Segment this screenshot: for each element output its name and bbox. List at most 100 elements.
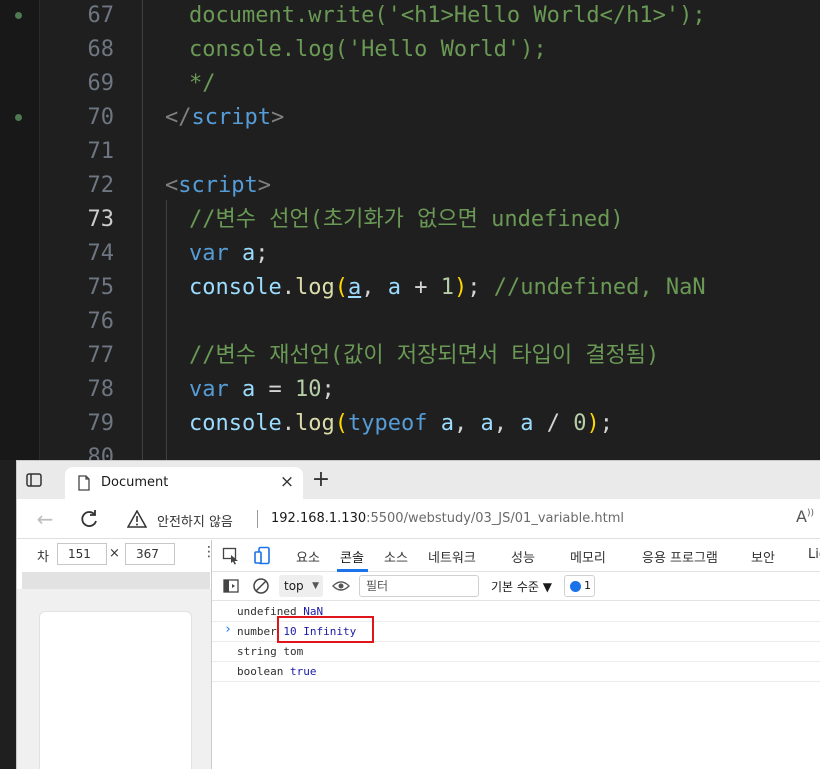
devtools-tab-network[interactable]: 네트워크	[428, 547, 476, 566]
reload-icon	[81, 510, 97, 527]
code-text: console.log(typeof a, a, a / 0);	[189, 407, 613, 441]
code-token: var	[189, 241, 229, 266]
code-token: script	[178, 173, 258, 198]
code-text: </script>	[165, 101, 284, 135]
code-text: document.write('<h1>Hello World</h1>');	[189, 0, 706, 33]
devtools-tab-application[interactable]: 응용 프로그램	[642, 547, 718, 566]
devtools-panel: 요소 콘솔 소스 네트워크 성능 메모리 응용 프로그램 보안 Lig	[212, 540, 820, 769]
editor-line[interactable]: 74 var a;	[0, 237, 820, 271]
code-token: a	[347, 275, 362, 300]
read-aloud-icon[interactable]: A))	[796, 507, 814, 526]
code-token: //undefined, NaN	[493, 275, 706, 300]
code-token: >	[257, 173, 271, 198]
device-toggle-icon[interactable]	[254, 546, 274, 566]
context-selector[interactable]: top ▼	[279, 575, 323, 597]
issues-badge[interactable]: 1	[564, 575, 595, 597]
code-editor[interactable]: 67 document.write('<h1>Hello World</h1>')…	[0, 0, 820, 460]
line-number: 74	[87, 241, 115, 266]
code-token: .	[281, 275, 295, 300]
url-omnibox[interactable]: 안전하지 않음 192.168.1.130:5500/webstudy/03_J…	[119, 504, 779, 534]
devtools-tab-sources[interactable]: 소스	[384, 547, 408, 566]
browser-window: Document × + ← 안전하지 않음 192.168.1.130:550…	[16, 460, 820, 769]
security-label[interactable]: 안전하지 않음	[157, 511, 233, 530]
code-token: )	[586, 411, 600, 436]
editor-line[interactable]: 71	[0, 135, 820, 169]
console-prompt[interactable]: ›	[224, 622, 232, 637]
editor-line[interactable]: 76	[0, 305, 820, 339]
editor-line[interactable]: 68 console.log('Hello World');	[0, 33, 820, 67]
devtools-tab-elements[interactable]: 요소	[296, 547, 320, 566]
code-token: ,	[453, 411, 481, 436]
line-number: 73	[87, 207, 115, 232]
code-token: <	[165, 173, 179, 198]
editor-line[interactable]: 75 console.log(a, a + 1); //undefined, Na…	[0, 271, 820, 305]
device-label[interactable]: 차	[37, 546, 49, 565]
devtools-tab-console[interactable]: 콘솔	[340, 547, 364, 566]
context-value: top	[284, 579, 304, 593]
devtools-tab-memory[interactable]: 메모리	[570, 547, 606, 566]
console-filter-input[interactable]: 필터	[359, 575, 479, 597]
editor-line[interactable]: 73 //변수 선언(초기화가 없으면 undefined)	[0, 203, 820, 237]
tab-title: Document	[101, 475, 169, 490]
devtools-tab-performance[interactable]: 성능	[511, 547, 535, 566]
code-text: var a = 10;	[189, 373, 335, 407]
code-token: ,	[361, 275, 388, 300]
line-number: 72	[87, 173, 115, 198]
code-text: //변수 재선언(값이 저장되면서 타입이 결정됨)	[189, 339, 659, 373]
reload-button[interactable]	[75, 505, 103, 533]
url-text[interactable]: 192.168.1.130:5500/webstudy/03_JS/01_var…	[271, 511, 624, 526]
devtools-tab-lighthouse[interactable]: Lig	[808, 547, 820, 562]
editor-line[interactable]: 80	[0, 441, 820, 460]
code-token: a	[242, 377, 256, 402]
tab-document[interactable]: Document ×	[65, 467, 303, 499]
clear-console-icon[interactable]	[252, 577, 270, 595]
back-icon[interactable]: ←	[31, 505, 59, 533]
device-height-input[interactable]: 367	[125, 543, 175, 565]
chevron-down-icon: ▼	[312, 581, 319, 591]
editor-line[interactable]: 77 //변수 재선언(값이 저장되면서 타입이 결정됨)	[0, 339, 820, 373]
device-width-input[interactable]: 151	[57, 543, 107, 565]
warning-icon[interactable]	[127, 510, 147, 528]
code-text: //변수 선언(초기화가 없으면 undefined)	[189, 203, 624, 237]
emulated-viewport	[17, 589, 212, 769]
editor-line[interactable]: 72 <script>	[0, 169, 820, 203]
code-token: console	[189, 411, 282, 436]
editor-line[interactable]: 79 console.log(typeof a, a, a / 0);	[0, 407, 820, 441]
code-token: a	[520, 411, 534, 436]
device-toolbar: 차 151 × 367 ⋮	[17, 540, 216, 570]
code-token: */	[189, 71, 216, 96]
git-change-dot	[15, 12, 22, 19]
code-token: 10	[295, 377, 322, 402]
code-token: .	[281, 411, 295, 436]
code-token: log	[294, 411, 335, 436]
log-levels-dropdown[interactable]: 기본 수준 ▼	[491, 578, 552, 595]
console-message[interactable]: string tom	[212, 642, 820, 662]
console-message[interactable]: boolean true	[212, 662, 820, 682]
new-tab-button[interactable]: +	[309, 469, 333, 493]
editor-line[interactable]: 78 var a = 10;	[0, 373, 820, 407]
editor-line[interactable]: 69 */	[0, 67, 820, 101]
tab-actions-button[interactable]	[25, 471, 55, 495]
document-icon	[77, 475, 91, 491]
line-number: 69	[87, 71, 115, 96]
code-token: (	[334, 411, 348, 436]
sidebar-toggle-icon[interactable]	[223, 578, 239, 594]
editor-line[interactable]: 70 </script>	[0, 101, 820, 135]
devtools-tab-security[interactable]: 보안	[751, 547, 775, 566]
code-token: typeof	[347, 411, 428, 436]
console-value: boolean	[237, 665, 290, 678]
code-token: 0	[573, 411, 587, 436]
emulated-page[interactable]	[39, 611, 192, 769]
indent-guide	[142, 0, 143, 460]
code-token: ,	[493, 411, 521, 436]
eye-icon[interactable]	[332, 578, 350, 594]
viewport-ruler	[22, 572, 210, 589]
editor-line[interactable]: 67 document.write('<h1>Hello World</h1>')…	[0, 0, 820, 33]
inspect-element-icon[interactable]	[222, 547, 240, 565]
code-text: console.log(a, a + 1); //undefined, NaN	[189, 271, 706, 305]
close-tab-icon[interactable]: ×	[277, 472, 297, 492]
code-token: document.write('<h1>Hello World</h1>');	[189, 3, 706, 28]
